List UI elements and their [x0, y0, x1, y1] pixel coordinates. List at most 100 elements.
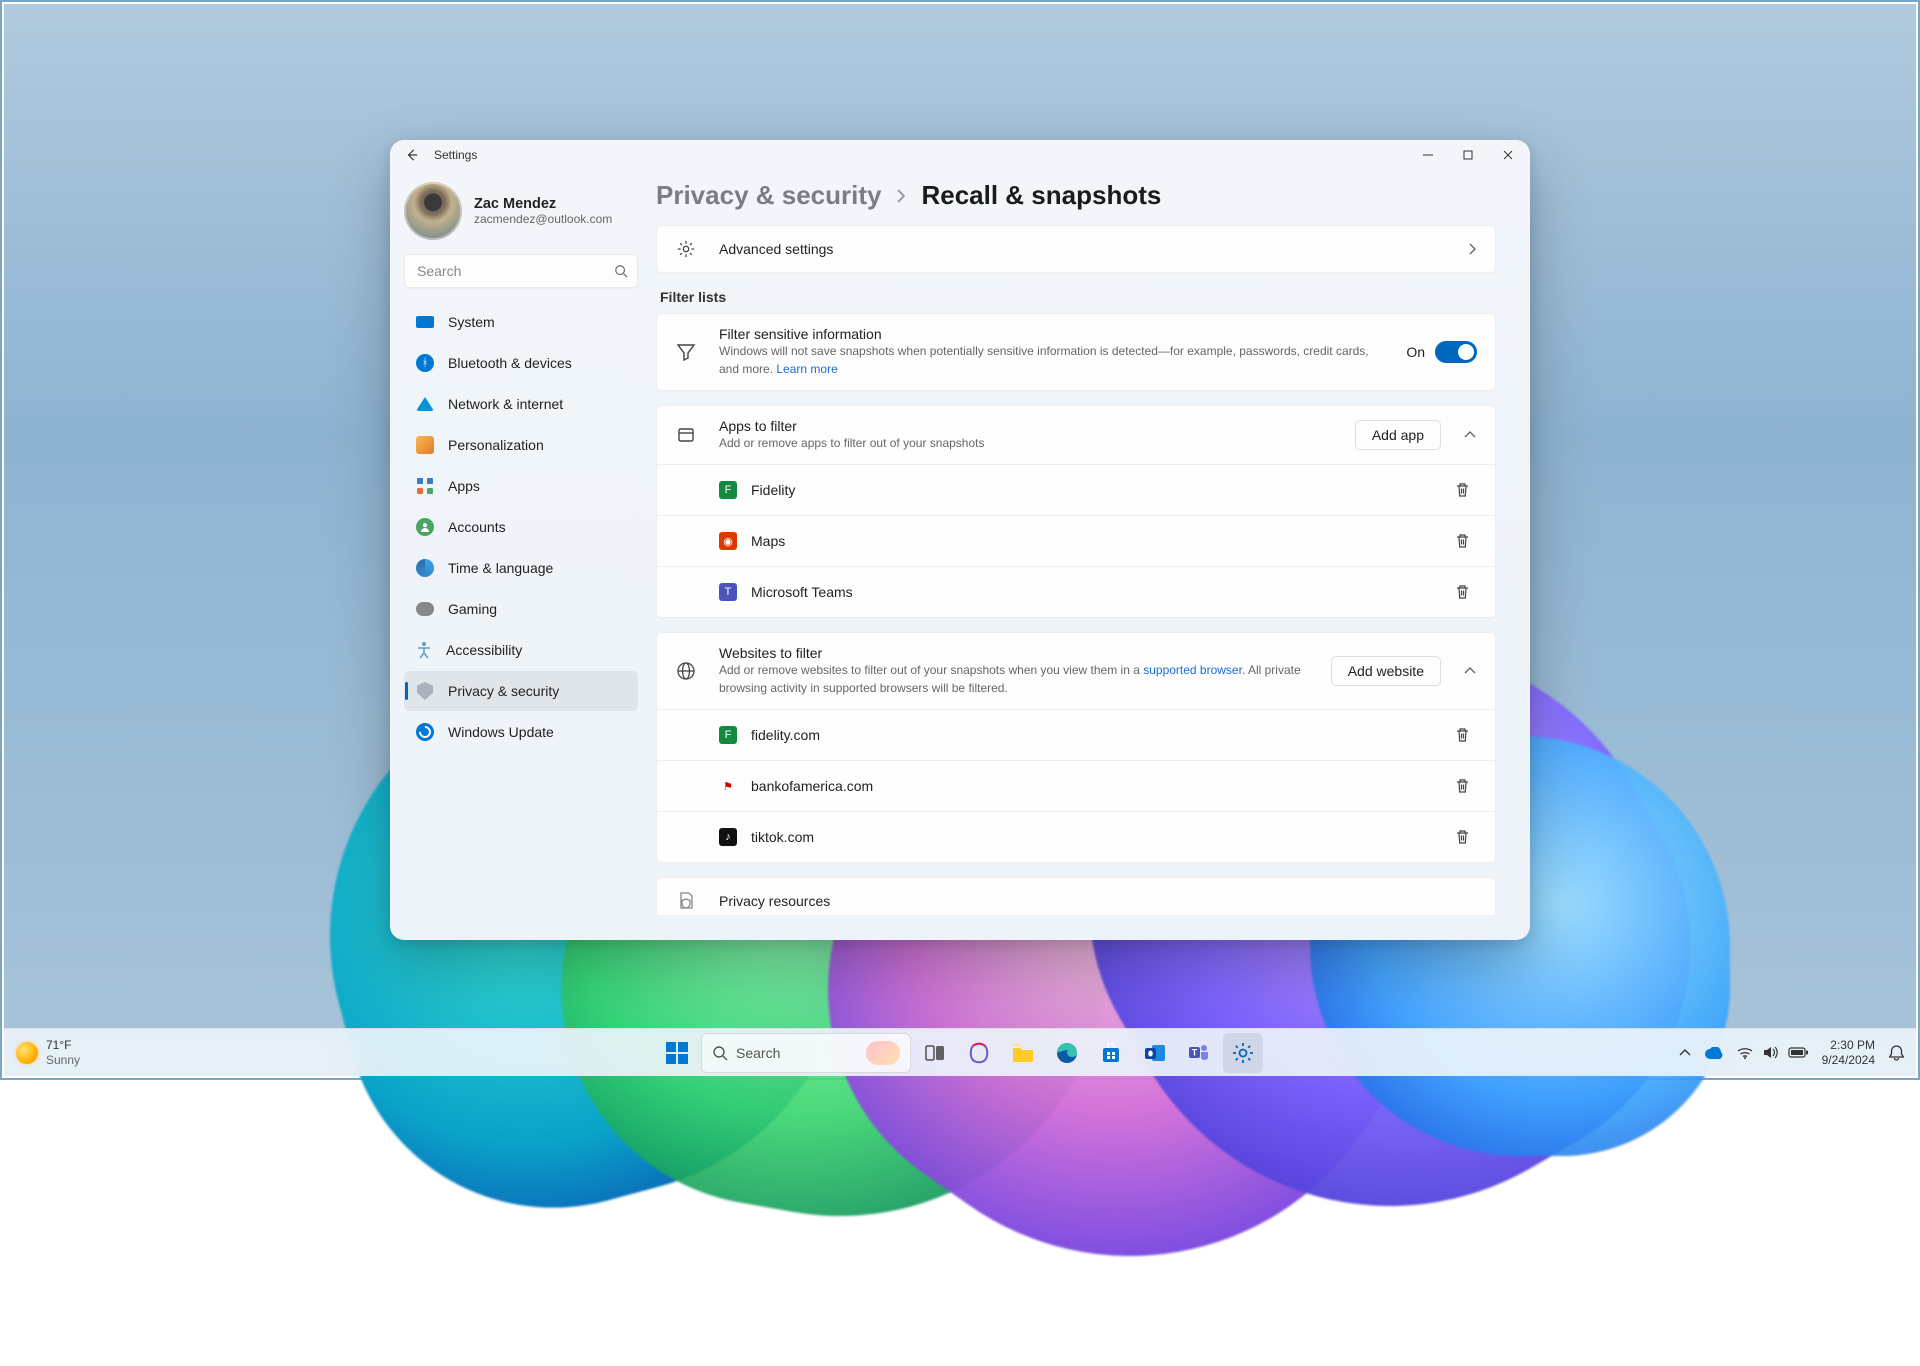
row-subtitle: Windows will not save snapshots when pot…: [719, 342, 1384, 378]
breadcrumb-parent[interactable]: Privacy & security: [656, 180, 881, 211]
apps-to-filter-header[interactable]: Apps to filter Add or remove apps to fil…: [657, 406, 1495, 464]
trash-icon: [1455, 584, 1470, 600]
app-filter-label: Maps: [751, 533, 1433, 549]
settings-window: Settings Zac Mendez zacmendez@outlook.co…: [390, 140, 1530, 940]
website-filter-item: ⚑ bankofamerica.com: [657, 760, 1495, 811]
site-icon: F: [719, 726, 737, 744]
copilot-icon: [968, 1042, 990, 1064]
taskbar-weather[interactable]: 71°F Sunny: [4, 1038, 80, 1067]
start-button[interactable]: [657, 1033, 697, 1073]
tray-clock[interactable]: 2:30 PM 9/24/2024: [1822, 1038, 1875, 1067]
sidebar-item-time[interactable]: Time & language: [404, 548, 638, 588]
main-content: Privacy & security Recall & snapshots Ad…: [652, 170, 1530, 940]
arrow-left-icon: [405, 148, 419, 162]
taskbar-app-teams[interactable]: T: [1179, 1033, 1219, 1073]
windows-logo-icon: [666, 1042, 688, 1064]
row-title: Websites to filter: [719, 645, 1309, 661]
delete-website-button[interactable]: [1447, 720, 1477, 750]
site-icon: ⚑: [719, 777, 737, 795]
row-title: Apps to filter: [719, 418, 1333, 434]
taskbar-app-copilot[interactable]: [959, 1033, 999, 1073]
close-button[interactable]: [1488, 141, 1528, 169]
delete-app-button[interactable]: [1447, 577, 1477, 607]
taskbar-app-settings[interactable]: [1223, 1033, 1263, 1073]
filter-sensitive-toggle[interactable]: [1435, 341, 1477, 363]
profile-name: Zac Mendez: [474, 196, 612, 212]
sidebar-item-update[interactable]: Windows Update: [404, 712, 638, 752]
maximize-button[interactable]: [1448, 141, 1488, 169]
tray-quick-settings[interactable]: [1737, 1046, 1808, 1059]
minimize-button[interactable]: [1408, 141, 1448, 169]
learn-more-link[interactable]: Learn more: [776, 362, 837, 376]
bluetooth-icon: ᚼ: [416, 354, 434, 372]
taskbar-search-placeholder: Search: [736, 1045, 780, 1061]
window-title: Settings: [434, 148, 477, 162]
svg-text:T: T: [1192, 1047, 1198, 1057]
app-icon: F: [719, 481, 737, 499]
chevron-up-icon: [1463, 430, 1477, 440]
privacy-resources-card[interactable]: Privacy resources: [656, 877, 1496, 915]
teams-icon: T: [1188, 1043, 1210, 1063]
apps-to-filter-card: Apps to filter Add or remove apps to fil…: [656, 405, 1496, 618]
sidebar-item-bluetooth[interactable]: ᚼ Bluetooth & devices: [404, 343, 638, 383]
trash-icon: [1455, 778, 1470, 794]
profile-email: zacmendez@outlook.com: [474, 212, 612, 226]
website-filter-label: bankofamerica.com: [751, 778, 1433, 794]
add-website-button[interactable]: Add website: [1331, 656, 1441, 686]
taskbar-app-explorer[interactable]: [1003, 1033, 1043, 1073]
avatar: [404, 182, 462, 240]
tray-notifications[interactable]: [1889, 1045, 1904, 1061]
delete-website-button[interactable]: [1447, 822, 1477, 852]
sidebar-item-network[interactable]: Network & internet: [404, 384, 638, 424]
task-view-button[interactable]: [915, 1033, 955, 1073]
tray-onedrive[interactable]: [1705, 1047, 1723, 1059]
supported-browser-link[interactable]: supported browser: [1143, 663, 1242, 677]
website-filter-item: ♪ tiktok.com: [657, 811, 1495, 862]
taskbar-search[interactable]: Search: [701, 1033, 911, 1073]
sidebar-item-label: Accessibility: [446, 642, 522, 658]
sidebar-item-privacy[interactable]: Privacy & security: [404, 671, 638, 711]
gear-icon: [675, 238, 697, 260]
funnel-icon: [675, 341, 697, 363]
sidebar-item-label: Windows Update: [448, 724, 554, 740]
row-title: Privacy resources: [719, 893, 1477, 909]
sidebar-item-accounts[interactable]: Accounts: [404, 507, 638, 547]
edge-icon: [1056, 1042, 1078, 1064]
trash-icon: [1455, 829, 1470, 845]
gear-icon: [1232, 1042, 1254, 1064]
weather-condition: Sunny: [46, 1053, 80, 1067]
sidebar-nav: System ᚼ Bluetooth & devices Network & i…: [404, 302, 638, 752]
outlook-icon: [1144, 1043, 1166, 1063]
row-subtitle: Add or remove apps to filter out of your…: [719, 434, 1333, 452]
sidebar-item-label: Bluetooth & devices: [448, 355, 572, 371]
advanced-settings-row[interactable]: Advanced settings: [656, 225, 1496, 273]
bell-icon: [1889, 1045, 1904, 1061]
tray-overflow-button[interactable]: [1679, 1049, 1691, 1057]
taskbar-app-outlook[interactable]: [1135, 1033, 1175, 1073]
search-icon: [614, 264, 628, 278]
breadcrumb: Privacy & security Recall & snapshots: [656, 180, 1496, 211]
volume-icon: [1763, 1046, 1778, 1059]
trash-icon: [1455, 482, 1470, 498]
sidebar-item-accessibility[interactable]: Accessibility: [404, 630, 638, 670]
back-button[interactable]: [398, 141, 426, 169]
search-input[interactable]: [404, 254, 638, 288]
chevron-right-icon: [1467, 242, 1477, 256]
taskbar-app-edge[interactable]: [1047, 1033, 1087, 1073]
delete-app-button[interactable]: [1447, 526, 1477, 556]
sidebar-item-personalization[interactable]: Personalization: [404, 425, 638, 465]
delete-app-button[interactable]: [1447, 475, 1477, 505]
sun-icon: [16, 1042, 38, 1064]
task-view-icon: [925, 1045, 945, 1061]
accessibility-icon: [416, 641, 432, 659]
websites-to-filter-header[interactable]: Websites to filter Add or remove website…: [657, 633, 1495, 709]
wifi-icon: [416, 395, 434, 413]
taskbar-app-store[interactable]: [1091, 1033, 1131, 1073]
profile-block[interactable]: Zac Mendez zacmendez@outlook.com: [404, 182, 638, 240]
sidebar-item-gaming[interactable]: Gaming: [404, 589, 638, 629]
update-icon: [416, 723, 434, 741]
sidebar-item-system[interactable]: System: [404, 302, 638, 342]
sidebar-item-apps[interactable]: Apps: [404, 466, 638, 506]
add-app-button[interactable]: Add app: [1355, 420, 1441, 450]
delete-website-button[interactable]: [1447, 771, 1477, 801]
